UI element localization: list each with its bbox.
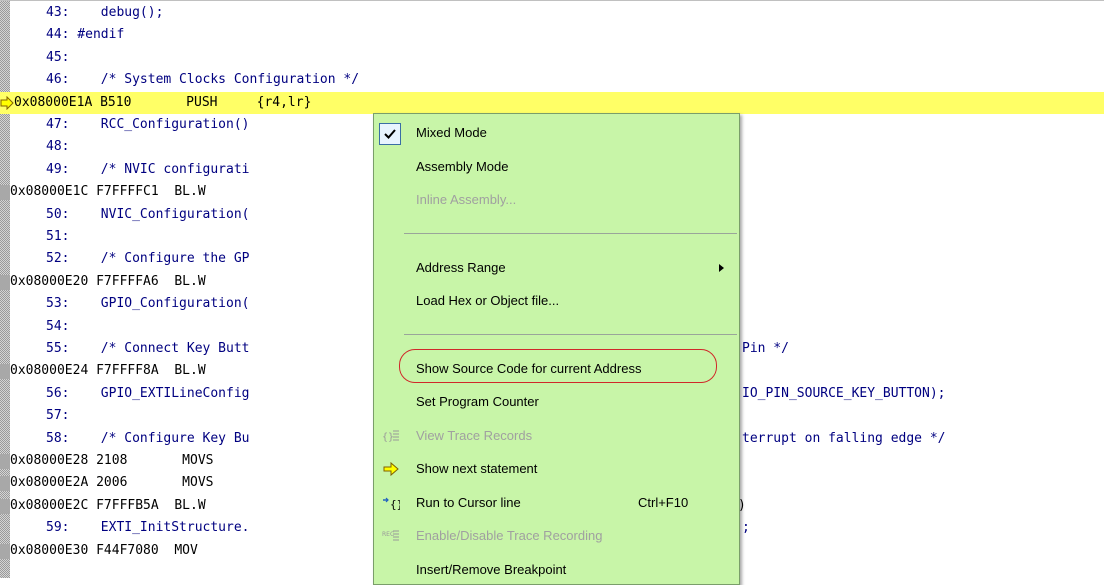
code-coverage-marker	[0, 543, 10, 559]
line-text: 47: RCC_Configuration()	[46, 117, 250, 132]
menu-item-label: Show next statement	[416, 461, 538, 476]
svg-text:{}: {}	[390, 498, 400, 511]
source-line[interactable]: 45:	[0, 47, 1104, 69]
line-text: 53: GPIO_Configuration(	[46, 296, 250, 312]
code-coverage-marker	[0, 498, 10, 514]
context-menu: Mixed Mode Assembly Mode Inline Assembly..…	[373, 113, 740, 585]
line-text: 58: /* Configure Key Bu	[46, 430, 250, 446]
trace-records-icon: {}	[382, 430, 399, 443]
menu-item-address-range[interactable]: Address Range	[374, 253, 739, 283]
source-line[interactable]: 46: /* System Clocks Configuration */	[0, 69, 1104, 91]
source-line[interactable]: 44: #endif	[0, 24, 1104, 46]
menu-item-label: Address Range	[416, 259, 506, 275]
line-text: 57:	[46, 408, 70, 424]
code-coverage-marker	[0, 476, 10, 492]
menu-item-label: Inline Assembly...	[416, 192, 517, 207]
line-text: 0x08000E20 F7FFFFA6 BL.W	[10, 273, 206, 289]
line-text: 56: GPIO_EXTILineConfig	[46, 385, 250, 401]
menu-item-shortcut: Ctrl+F10	[638, 494, 689, 510]
line-text-continuation: Pin */	[742, 341, 789, 356]
menu-item-view-trace-records: {} View Trace Records	[374, 421, 739, 451]
menu-item-run-to-cursor-line[interactable]: {} Run to Cursor line Ctrl+F10	[374, 488, 739, 518]
line-text: 0x08000E1C F7FFFFC1 BL.W	[10, 184, 206, 200]
menu-item-enable-disable-trace-recording: REC Enable/Disable Trace Recording	[374, 521, 739, 551]
annotation-highlight-oval	[399, 349, 717, 383]
menu-item-inline-assembly: Inline Assembly...	[374, 185, 739, 215]
line-text: 0x08000E30 F44F7080 MOV	[10, 542, 198, 558]
line-text: 51:	[46, 229, 70, 244]
menu-item-label: Assembly Mode	[416, 158, 509, 174]
menu-separator	[404, 232, 737, 234]
line-text: 55: /* Connect Key Butt	[46, 341, 250, 356]
line-text: 45:	[46, 49, 70, 65]
menu-item-label: Run to Cursor line	[416, 494, 521, 510]
run-to-cursor-icon: {}	[383, 497, 400, 511]
line-text: 54:	[46, 318, 70, 334]
line-text: 0x08000E24 F7FFFF8A BL.W	[10, 363, 206, 379]
code-coverage-marker	[0, 454, 10, 469]
menu-item-label: View Trace Records	[416, 427, 533, 443]
menu-item-assembly-mode[interactable]: Assembly Mode	[374, 152, 739, 182]
menu-item-set-program-counter[interactable]: Set Program Counter	[374, 387, 739, 417]
line-text: 50: NVIC_Configuration(	[46, 206, 250, 222]
next-statement-arrow-icon	[383, 461, 399, 477]
menu-item-show-next-statement[interactable]: Show next statement	[374, 454, 739, 484]
source-line[interactable]: 43: debug();	[0, 2, 1104, 24]
svg-text:REC: REC	[382, 531, 394, 538]
line-text: 0x08000E2C F7FFFB5A BL.W	[10, 497, 206, 513]
submenu-arrow-icon	[719, 263, 724, 272]
menu-item-mixed-mode[interactable]: Mixed Mode	[374, 118, 739, 148]
menu-item-label: Insert/Remove Breakpoint	[416, 561, 567, 577]
menu-item-label: Load Hex or Object file...	[416, 293, 560, 308]
current-pc-arrow-icon	[0, 95, 14, 110]
line-text-continuation: ;	[742, 520, 750, 536]
code-coverage-marker	[0, 185, 10, 201]
current-instruction-line[interactable]: 0x08000E1A B510 PUSH {r4,lr}	[0, 91, 1104, 114]
menu-separator	[404, 333, 737, 335]
menu-item-label: Enable/Disable Trace Recording	[416, 528, 603, 543]
line-text: 52: /* Configure the GP	[46, 251, 250, 267]
line-text: 48:	[46, 139, 70, 155]
code-coverage-marker	[0, 274, 10, 290]
line-text: 46: /* System Clocks Configuration */	[46, 72, 360, 88]
line-text: 44: #endif	[46, 27, 125, 43]
line-text-continuation: IO_PIN_SOURCE_KEY_BUTTON);	[742, 385, 946, 401]
menu-item-label: Mixed Mode	[416, 125, 487, 140]
svg-text:{}: {}	[382, 432, 394, 443]
line-text: 43: debug();	[46, 5, 164, 20]
line-text: 0x08000E2A 2006 MOVS	[10, 475, 214, 491]
line-text: 49: /* NVIC configurati	[46, 161, 250, 177]
code-coverage-marker	[0, 364, 10, 380]
checkmark-icon	[379, 123, 401, 145]
menu-item-load-hex-or-object-file[interactable]: Load Hex or Object file...	[374, 286, 739, 316]
menu-item-label: Set Program Counter	[416, 394, 539, 409]
line-text-continuation: terrupt on falling edge */	[742, 430, 946, 446]
line-text: 59: EXTI_InitStructure.	[46, 520, 250, 536]
line-text: 0x08000E28 2108 MOVS	[10, 453, 214, 468]
menu-item-insert-remove-breakpoint[interactable]: Insert/Remove Breakpoint	[374, 555, 739, 585]
line-text: 0x08000E1A B510 PUSH {r4,lr}	[14, 94, 312, 110]
trace-recording-icon: REC	[382, 530, 399, 541]
